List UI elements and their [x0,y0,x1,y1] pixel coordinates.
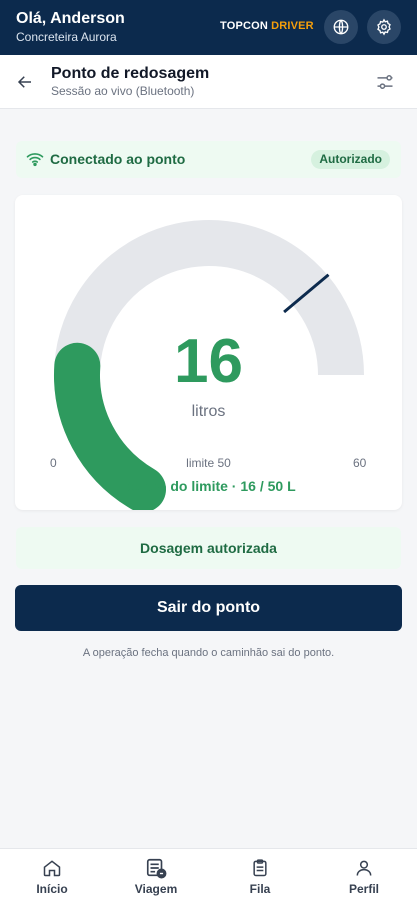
nav-label: Início [36,882,68,896]
arrow-left-icon [17,76,31,88]
nav-item-perfil[interactable]: Perfil [324,857,404,896]
gear-icon [377,18,391,36]
gauge-limit-label: limite 50 [186,456,231,470]
back-button[interactable] [14,71,36,93]
user-icon [356,860,372,876]
greeting: Olá, Anderson [16,10,125,27]
nav-item-inicio[interactable]: Início [12,857,92,896]
home-icon [43,860,61,877]
settings-button[interactable] [367,10,401,44]
trip-icon [146,858,167,879]
nav-label: Perfil [348,882,379,896]
gauge-max-label: 60 [353,456,367,470]
nav-label: Viagem [134,882,178,896]
sliders-icon [377,75,393,89]
clipboard-icon [253,859,267,877]
connection-banner: Conectado ao ponto Autorizado [16,141,401,178]
brand-secondary: DRIVER [271,20,314,32]
nav-item-fila[interactable]: Fila [220,857,300,896]
page-subtitle: Sessão ao vivo (Bluetooth) [51,84,195,98]
company-name: Concreteira Aurora [16,30,117,44]
gauge-value: 16 [174,327,243,396]
exit-point-button[interactable]: Sair do ponto [15,585,402,631]
gauge-card: 16 litros 0 limite 50 60 Dentro do limit… [15,195,402,510]
page-title: Ponto de redosagem [51,65,210,82]
brand-primary: TOPCON [220,20,269,32]
nav-item-viagem[interactable]: Viagem [116,857,196,896]
bottom-nav: Início Viagem Fila Perfil [0,848,417,904]
gauge-unit: litros [191,403,226,420]
limit-status: Dentro do limite · 16 / 50 L [121,478,296,494]
filter-button[interactable] [375,72,395,92]
wifi-icon [26,153,44,167]
connection-label: Conectado ao ponto [50,151,186,167]
globe-icon [333,19,349,35]
status-badge: Autorizado [311,150,390,169]
nav-label: Fila [249,882,271,896]
brand-logo: TOPCON DRIVER [220,20,314,32]
dosage-status-banner: Dosagem autorizada [16,527,401,569]
info-note: A operação fecha quando o caminhão sai d… [82,647,335,659]
language-button[interactable] [324,10,358,44]
page-header: Ponto de redosagem Sessão ao vivo (Bluet… [0,55,417,109]
top-bar: Olá, Anderson Concreteira Aurora TOPCON D… [0,0,417,55]
